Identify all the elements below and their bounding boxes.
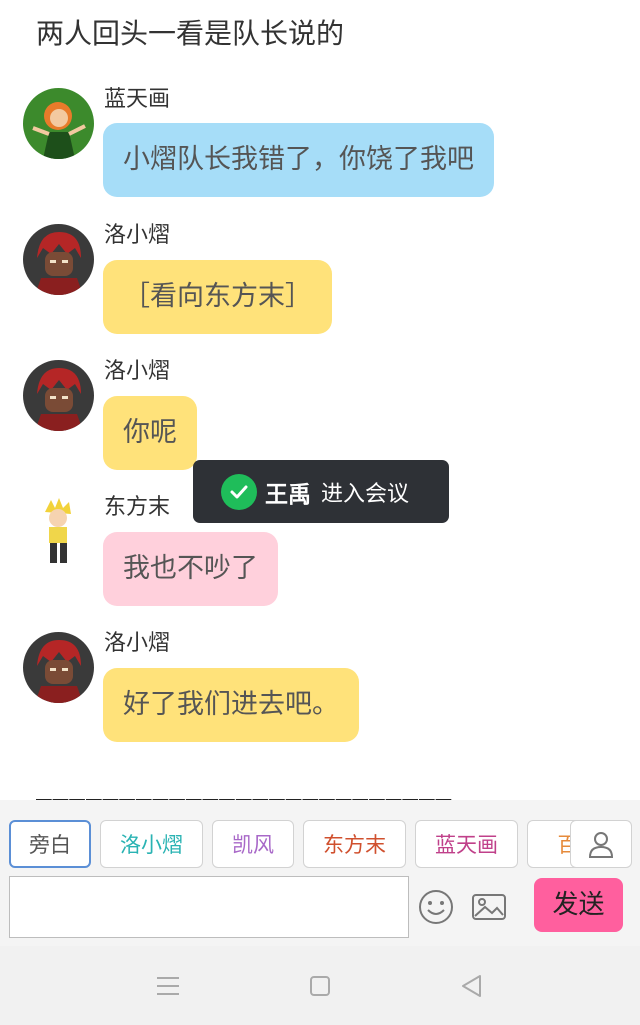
character-selector: 旁白 洛小熠 凯风 东方末 蓝天画 百 <box>0 820 640 870</box>
composer-panel: 旁白 洛小熠 凯风 东方末 蓝天画 百 发送 <box>0 800 640 946</box>
character-chip-dongfangmo[interactable]: 东方末 <box>303 820 406 868</box>
character-chip-narrator[interactable]: 旁白 <box>9 820 91 868</box>
green-character-avatar[interactable] <box>23 88 94 159</box>
check-circle-icon <box>221 473 257 510</box>
back-icon[interactable] <box>458 972 486 1000</box>
send-button[interactable]: 发送 <box>534 878 623 932</box>
red-hair-boy-avatar[interactable] <box>23 632 94 703</box>
message-bubble[interactable]: 我也不吵了 <box>103 532 278 606</box>
red-hair-boy-avatar[interactable] <box>23 360 94 431</box>
message-bubble[interactable]: 小熠队长我错了，你饶了我吧 <box>103 123 494 197</box>
divider-line: _________________________ <box>36 771 453 801</box>
join-meeting-toast: 王禹 进入会议 <box>193 460 449 523</box>
smiley-icon[interactable] <box>417 888 455 926</box>
toast-action-text: 进入会议 <box>321 481 410 507</box>
user-icon[interactable] <box>570 820 632 868</box>
character-chip-luoxiaoyi[interactable]: 洛小熠 <box>100 820 203 868</box>
message-bubble[interactable]: ［看向东方末］ <box>103 260 332 334</box>
sender-name: 洛小熠 <box>104 223 171 248</box>
character-chip-lantianhua[interactable]: 蓝天画 <box>415 820 518 868</box>
sender-name: 洛小熠 <box>104 631 171 656</box>
system-nav-bar <box>0 946 640 1025</box>
red-hair-boy-avatar[interactable] <box>23 224 94 295</box>
message-bubble[interactable]: 好了我们进去吧。 <box>103 668 359 742</box>
menu-icon[interactable] <box>154 972 182 1000</box>
sender-name: 洛小熠 <box>104 359 171 384</box>
home-icon[interactable] <box>306 972 334 1000</box>
message-bubble[interactable]: 你呢 <box>103 396 197 470</box>
narration-text: 两人回头一看是队长说的 <box>36 17 345 50</box>
blonde-character-avatar[interactable] <box>23 496 94 567</box>
sender-name: 东方末 <box>104 495 171 520</box>
sender-name: 蓝天画 <box>104 87 171 112</box>
character-chip-kaifeng[interactable]: 凯风 <box>212 820 294 868</box>
message-input[interactable] <box>9 876 409 938</box>
toast-user-name: 王禹 <box>265 481 311 508</box>
image-icon[interactable] <box>470 888 508 926</box>
